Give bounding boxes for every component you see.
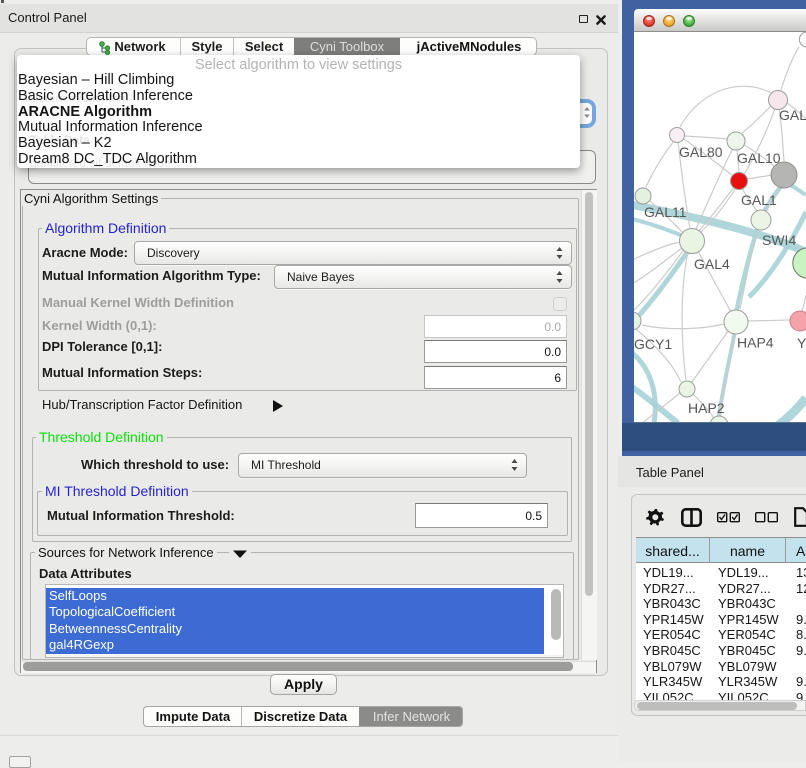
svg-text:Y: Y (797, 335, 806, 351)
svg-text:GCY1: GCY1 (634, 336, 672, 352)
svg-text:HAP4: HAP4 (737, 335, 774, 351)
svg-text:GAL11: GAL11 (644, 204, 687, 220)
svg-text:SWI4: SWI4 (762, 232, 796, 248)
svg-text:GAL80: GAL80 (679, 144, 723, 160)
svg-text:GAL1: GAL1 (741, 192, 777, 208)
svg-text:GAL8: GAL8 (779, 107, 806, 123)
svg-text:GAL10: GAL10 (737, 150, 781, 166)
svg-text:GAL4: GAL4 (694, 256, 730, 272)
svg-text:HAP2: HAP2 (688, 400, 725, 416)
